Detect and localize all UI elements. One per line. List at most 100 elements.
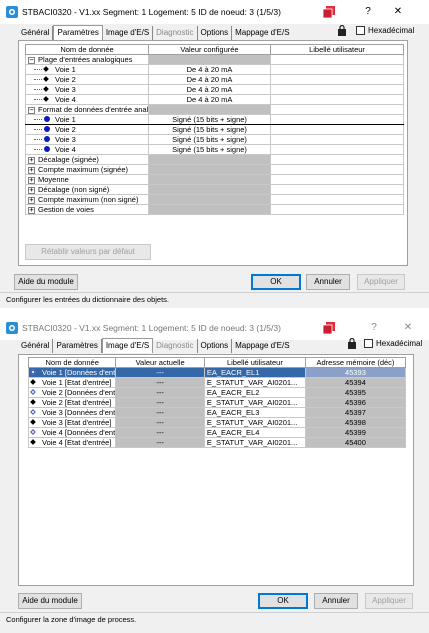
table-row[interactable]: Voie 2 De 4 à 20 mA — [25, 74, 404, 85]
hexadecimal-checkbox[interactable] — [356, 26, 365, 35]
cell-value[interactable] — [148, 184, 271, 195]
tab-general[interactable]: Général — [18, 339, 54, 353]
tab-parameters[interactable]: Paramètres — [53, 339, 102, 353]
cell-user-label[interactable] — [270, 174, 404, 185]
cell-value[interactable] — [148, 174, 271, 185]
tab-general[interactable]: Général — [18, 26, 54, 40]
cell-user-label[interactable] — [270, 94, 404, 105]
cell-name[interactable]: + Décalage (non signé) — [25, 184, 149, 195]
tab-options[interactable]: Options — [198, 26, 233, 40]
table-row[interactable]: + Compte maximum (non signé) — [25, 194, 404, 205]
table-row[interactable]: Voie 3 Signé (15 bits + signe) — [25, 134, 404, 145]
cell-user-label[interactable] — [270, 64, 404, 75]
cell-name[interactable]: Voie 3 [Données d'entr... — [27, 407, 117, 418]
cell-value[interactable]: De 4 à 20 mA — [148, 94, 271, 105]
collapse-icon[interactable]: − — [28, 107, 35, 114]
expand-icon[interactable]: + — [28, 207, 35, 214]
cell-user-label[interactable]: EA_EACR_EL4 — [203, 427, 306, 438]
cell-name[interactable]: Voie 2 — [25, 124, 149, 135]
hexadecimal-option[interactable]: Hexadécimal — [364, 339, 422, 348]
column-header-name[interactable]: Nom de donnée — [27, 357, 117, 368]
tab-io-mapping[interactable]: Mappage d'E/S — [232, 339, 292, 353]
cell-value[interactable] — [148, 204, 271, 215]
cell-user-label[interactable] — [270, 154, 404, 165]
cell-value[interactable]: De 4 à 20 mA — [148, 64, 271, 75]
tab-io-image[interactable]: Image d'E/S — [101, 338, 154, 353]
cell-name[interactable]: Voie 1 — [25, 64, 149, 75]
cell-name[interactable]: Voie 2 — [25, 74, 149, 85]
cancel-button[interactable]: Annuler — [306, 274, 350, 290]
cell-user-label[interactable]: EA_EACR_EL3 — [203, 407, 306, 418]
module-help-button[interactable]: Aide du module — [14, 274, 78, 290]
table-row[interactable]: Voie 4 [Etat d'entrée] --- E_STATUT_VAR_AI… — [27, 437, 407, 448]
cell-name[interactable]: Voie 2 [Etat d'entrée] — [27, 397, 117, 408]
cell-value[interactable]: Signé (15 bits + signe) — [148, 124, 271, 135]
table-row[interactable]: + Moyenne — [25, 174, 404, 185]
cell-name[interactable]: Voie 3 — [25, 84, 149, 95]
cell-user-label[interactable] — [270, 144, 404, 155]
tab-io-mapping[interactable]: Mappage d'E/S — [232, 26, 292, 40]
tab-io-image[interactable]: Image d'E/S — [103, 26, 154, 40]
apply-button[interactable]: Appliquer — [357, 274, 405, 290]
cell-value[interactable] — [148, 164, 271, 175]
cell-value[interactable]: De 4 à 20 mA — [148, 74, 271, 85]
help-title-button[interactable]: ? — [362, 320, 386, 336]
cell-user-label[interactable] — [270, 204, 404, 215]
cell-name[interactable]: Voie 4 [Données d'entr... — [27, 427, 117, 438]
column-header-address[interactable]: Adresse mémoire (déc) — [304, 357, 407, 368]
cell-user-label[interactable] — [270, 54, 404, 65]
expand-icon[interactable]: + — [28, 177, 35, 184]
cell-user-label[interactable] — [270, 134, 404, 145]
close-button[interactable]: ✕ — [386, 4, 410, 20]
hexadecimal-option[interactable]: Hexadécimal — [356, 26, 414, 35]
cell-user-label[interactable] — [270, 104, 404, 115]
table-row[interactable]: + Décalage (non signé) — [25, 184, 404, 195]
table-row[interactable]: Voie 1 [Etat d'entrée] --- E_STATUT_VAR_AI… — [27, 377, 407, 388]
table-row[interactable]: Voie 3 [Etat d'entrée] --- E_STATUT_VAR_AI… — [27, 417, 407, 428]
table-row[interactable]: Voie 4 De 4 à 20 mA — [25, 94, 404, 105]
table-row[interactable]: Voie 1 [Données d'entr... --- EA_EACR_EL1 4… — [27, 367, 407, 378]
ok-button[interactable]: OK — [258, 593, 308, 609]
column-header-label[interactable]: Libellé utilisateur — [203, 357, 306, 368]
cancel-button[interactable]: Annuler — [314, 593, 358, 609]
table-row[interactable]: − Plage d'entrées analogiques — [25, 54, 404, 65]
cell-name[interactable]: Voie 4 — [25, 94, 149, 105]
close-button[interactable]: ✕ — [396, 320, 420, 336]
table-row[interactable]: + Compte maximum (signée) — [25, 164, 404, 175]
tab-parameters[interactable]: Paramètres — [53, 25, 103, 40]
cell-name[interactable]: Voie 1 [Etat d'entrée] — [27, 377, 117, 388]
column-header-label[interactable]: Libellé utilisateur — [270, 44, 404, 55]
cell-user-label[interactable] — [270, 184, 404, 195]
cell-value[interactable]: De 4 à 20 mA — [148, 84, 271, 95]
cell-user-label[interactable] — [270, 124, 404, 135]
cell-value[interactable] — [148, 194, 271, 205]
expand-icon[interactable]: + — [28, 197, 35, 204]
table-row[interactable]: Voie 3 [Données d'entr... --- EA_EACR_EL3 4… — [27, 407, 407, 418]
cell-user-label[interactable] — [270, 84, 404, 95]
tab-options[interactable]: Options — [198, 339, 233, 353]
cell-value[interactable]: Signé (15 bits + signe) — [148, 114, 271, 125]
cell-name[interactable]: Voie 4 [Etat d'entrée] — [27, 437, 117, 448]
expand-icon[interactable]: + — [28, 187, 35, 194]
column-header-value[interactable]: Valeur configurée — [148, 44, 271, 55]
restore-defaults-button[interactable]: Rétablir valeurs par défaut — [25, 244, 151, 260]
apply-button[interactable]: Appliquer — [365, 593, 413, 609]
hexadecimal-checkbox[interactable] — [364, 339, 373, 348]
cell-name[interactable]: Voie 1 — [25, 114, 149, 125]
cell-user-label[interactable]: E_STATUT_VAR_AI0201... — [203, 397, 306, 408]
cell-value[interactable] — [148, 54, 271, 65]
column-header-name[interactable]: Nom de donnée — [25, 44, 149, 55]
cell-name[interactable]: + Compte maximum (non signé) — [25, 194, 149, 205]
module-help-button[interactable]: Aide du module — [18, 593, 82, 609]
cell-name[interactable]: + Gestion de voies — [25, 204, 149, 215]
expand-icon[interactable]: + — [28, 167, 35, 174]
table-row[interactable]: + Décalage (signée) — [25, 154, 404, 165]
cell-name[interactable]: Voie 4 — [25, 144, 149, 155]
table-row[interactable]: Voie 1 De 4 à 20 mA — [25, 64, 404, 75]
tab-diagnostic[interactable]: Diagnostic — [153, 26, 198, 40]
collapse-icon[interactable]: − — [28, 57, 35, 64]
help-title-button[interactable]: ? — [356, 4, 380, 20]
ok-button[interactable]: OK — [251, 274, 301, 290]
cell-value[interactable] — [148, 104, 271, 115]
cell-value[interactable]: Signé (15 bits + signe) — [148, 144, 271, 155]
